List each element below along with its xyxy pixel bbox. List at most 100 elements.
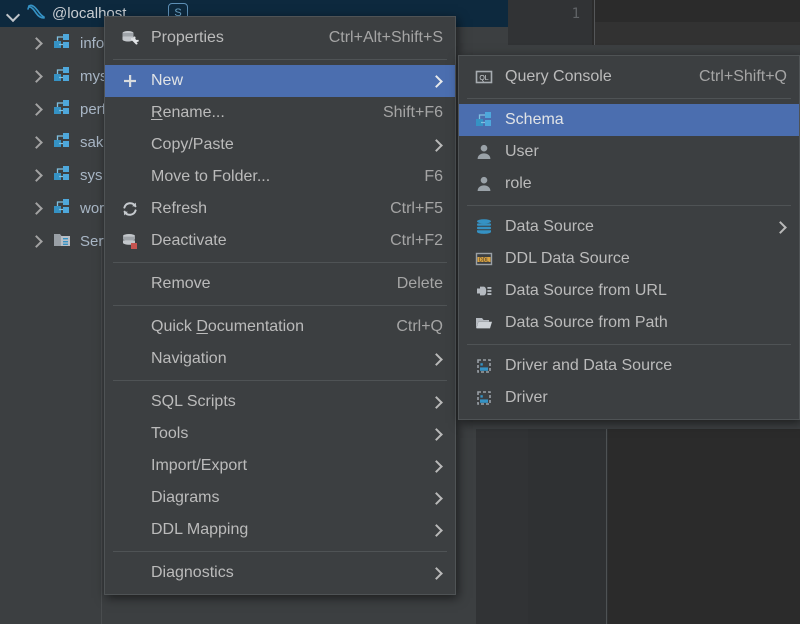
menu-item-shortcut: F6: [424, 168, 443, 185]
menu-item-data-source-from-path[interactable]: Data Source from Path: [459, 307, 799, 339]
server-objects-icon: [53, 231, 71, 253]
user-icon: [473, 143, 495, 161]
menu-separator: [113, 59, 447, 60]
menu-item-label: Remove: [151, 275, 211, 292]
menu-item-remove[interactable]: Remove Delete: [105, 268, 455, 300]
menu-item-new[interactable]: New: [105, 65, 455, 97]
menu-item-label: User: [505, 143, 539, 160]
expand-chevron-icon[interactable]: [30, 169, 43, 182]
menu-item-rename[interactable]: Rename... Shift+F6: [105, 97, 455, 129]
folder-icon: [473, 314, 495, 332]
menu-item-label: Quick Documentation: [151, 318, 304, 335]
chevron-right-icon: [431, 428, 443, 440]
menu-item-label: Refresh: [151, 200, 208, 217]
menu-item-label: Driver and Data Source: [505, 357, 673, 374]
menu-item-shortcut: Delete: [396, 275, 443, 292]
expand-chevron-icon[interactable]: [30, 136, 43, 149]
menu-item-label: Data Source from Path: [505, 314, 668, 331]
driver-icon: [473, 357, 495, 375]
menu-item-driver[interactable]: Driver: [459, 382, 799, 414]
menu-item-deactivate[interactable]: Deactivate Ctrl+F2: [105, 225, 455, 257]
gutter-divider: [594, 0, 595, 45]
menu-item-diagnostics[interactable]: Diagnostics: [105, 557, 455, 589]
menu-item-role[interactable]: role: [459, 168, 799, 200]
ddl-icon: DDL: [473, 250, 495, 268]
panel-column-a: [476, 429, 528, 624]
menu-item-user[interactable]: User: [459, 136, 799, 168]
expand-chevron-icon[interactable]: [30, 70, 43, 83]
schema-icon: [53, 33, 71, 55]
menu-item-label: Tools: [151, 425, 189, 442]
chevron-right-icon: [775, 221, 787, 233]
menu-item-sql-scripts[interactable]: SQL Scripts: [105, 386, 455, 418]
menu-separator: [113, 380, 447, 381]
menu-separator: [113, 262, 447, 263]
menu-item-tools[interactable]: Tools: [105, 418, 455, 450]
menu-separator: [467, 344, 791, 345]
menu-item-shortcut: Ctrl+Alt+Shift+S: [328, 29, 443, 46]
sql-editor-pane[interactable]: 1: [508, 0, 800, 45]
menu-item-data-source-from-url[interactable]: Data Source from URL: [459, 275, 799, 307]
menu-item-ddl-data-source[interactable]: DDL DDL Data Source: [459, 243, 799, 275]
deactivate-icon: [119, 232, 141, 250]
menu-item-label: role: [505, 175, 532, 192]
menu-item-shortcut: Ctrl+F5: [390, 200, 443, 217]
user-icon: [473, 175, 495, 193]
panel-column-b: [528, 429, 608, 624]
menu-item-ddl-mapping[interactable]: DDL Mapping: [105, 514, 455, 546]
menu-item-driver-and-data-source[interactable]: Driver and Data Source: [459, 350, 799, 382]
menu-item-diagrams[interactable]: Diagrams: [105, 482, 455, 514]
vertical-splitter[interactable]: [101, 240, 102, 624]
chevron-right-icon: [431, 75, 443, 87]
chevron-right-icon: [431, 396, 443, 408]
menu-item-label: Import/Export: [151, 457, 248, 474]
menu-item-label: Driver: [505, 389, 548, 406]
expand-chevron-icon[interactable]: [30, 103, 43, 116]
menu-item-refresh[interactable]: Refresh Ctrl+F5: [105, 193, 455, 225]
plug-icon: [473, 282, 495, 300]
collapse-chevron-icon[interactable]: [6, 7, 20, 21]
tree-item-label: sys: [80, 167, 103, 184]
menu-item-navigation[interactable]: Navigation: [105, 343, 455, 375]
chevron-right-icon: [431, 492, 443, 504]
menu-item-shortcut: Ctrl+F2: [390, 232, 443, 249]
menu-item-import-export[interactable]: Import/Export: [105, 450, 455, 482]
plus-icon: [119, 72, 141, 90]
lower-right-panel: [458, 429, 800, 624]
menu-separator: [113, 305, 447, 306]
menu-item-copy-paste[interactable]: Copy/Paste: [105, 129, 455, 161]
new-submenu[interactable]: QL Query Console Ctrl+Shift+Q Schema User rol…: [458, 55, 800, 420]
menu-item-label: New: [151, 72, 184, 89]
menu-item-label: Move to Folder...: [151, 168, 271, 185]
expand-chevron-icon[interactable]: [30, 37, 43, 50]
expand-chevron-icon[interactable]: [30, 202, 43, 215]
refresh-icon: [119, 200, 141, 218]
menu-item-move-to-folder[interactable]: Move to Folder... F6: [105, 161, 455, 193]
driver-icon: [473, 389, 495, 407]
panel-column-c: [608, 429, 800, 624]
menu-item-label: Diagrams: [151, 489, 220, 506]
menu-item-shortcut: Shift+F6: [382, 104, 443, 121]
menu-item-label: DDL Mapping: [151, 521, 249, 538]
menu-item-quick-documentation[interactable]: Quick Documentation Ctrl+Q: [105, 311, 455, 343]
chevron-right-icon: [431, 460, 443, 472]
menu-item-label: SQL Scripts: [151, 393, 236, 410]
panel-divider[interactable]: [606, 429, 607, 624]
schema-icon: [53, 99, 71, 121]
expand-chevron-icon[interactable]: [30, 235, 43, 248]
context-menu[interactable]: Properties Ctrl+Alt+Shift+S New Rename... Sh…: [104, 16, 456, 595]
menu-item-label: Schema: [505, 111, 564, 128]
editor-text-area[interactable]: [595, 0, 800, 22]
editor-text-area-alt[interactable]: [595, 22, 800, 45]
chevron-right-icon: [431, 353, 443, 365]
svg-text:QL: QL: [479, 75, 488, 82]
menu-separator: [467, 205, 791, 206]
query-console-icon: QL: [473, 68, 495, 86]
menu-item-query-console[interactable]: QL Query Console Ctrl+Shift+Q: [459, 61, 799, 93]
editor-gutter-line-number: 1: [508, 0, 592, 45]
menu-item-data-source[interactable]: Data Source: [459, 211, 799, 243]
menu-item-shortcut: Ctrl+Shift+Q: [698, 68, 787, 85]
menu-item-label: Diagnostics: [151, 564, 234, 581]
menu-item-schema[interactable]: Schema: [459, 104, 799, 136]
menu-item-properties[interactable]: Properties Ctrl+Alt+Shift+S: [105, 22, 455, 54]
